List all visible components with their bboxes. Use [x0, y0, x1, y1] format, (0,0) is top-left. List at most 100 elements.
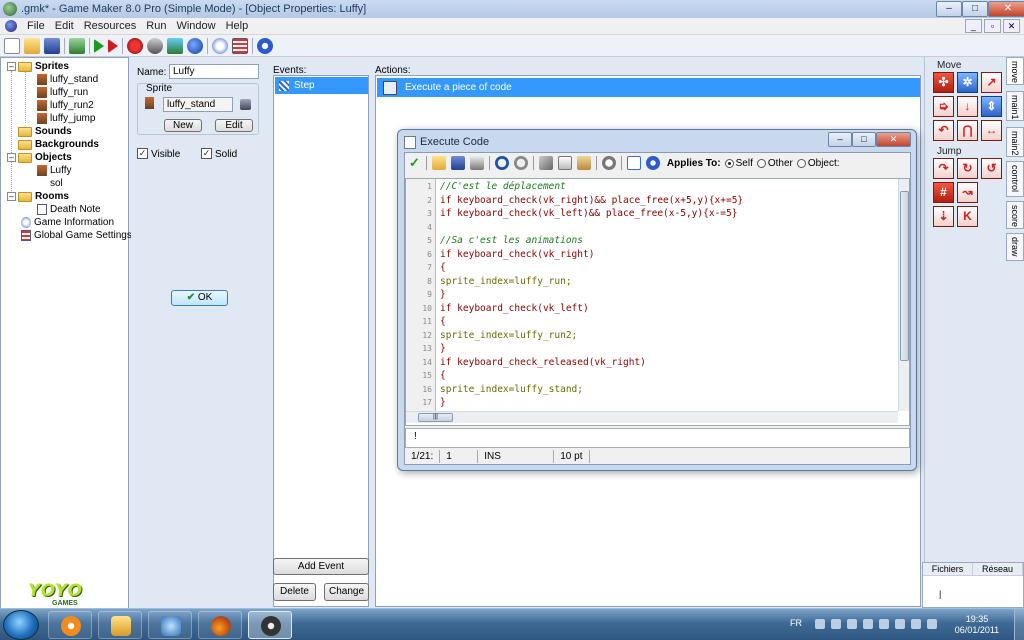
applies-object-radio[interactable]	[796, 158, 806, 168]
cut-icon[interactable]	[538, 156, 553, 170]
tree-item-object[interactable]: sol	[50, 177, 63, 190]
code-line[interactable]: 5 //Sa c'est les animations	[406, 234, 896, 248]
paste-icon[interactable]	[576, 156, 591, 170]
save-icon[interactable]	[450, 156, 465, 170]
language-indicator[interactable]: FR	[790, 618, 802, 628]
menu-run[interactable]: Run	[141, 20, 171, 32]
info-icon[interactable]	[212, 37, 228, 54]
vertical-scroll-thumb[interactable]	[900, 191, 909, 361]
tree-folder-rooms[interactable]: – Rooms	[7, 190, 69, 203]
tray-icon[interactable]	[815, 619, 825, 629]
menu-help[interactable]: Help	[221, 20, 254, 32]
tree-item-sprite[interactable]: luffy_jump	[37, 112, 95, 125]
move-free-icon[interactable]: ✲	[957, 72, 978, 93]
collapse-toggle[interactable]: –	[7, 62, 16, 71]
mdi-child-icon[interactable]	[5, 20, 17, 32]
move-fixed-icon[interactable]: ✣	[933, 72, 954, 93]
col-fichiers[interactable]: Fichiers	[923, 563, 973, 575]
move-to-contact-icon[interactable]: ⇣	[933, 206, 954, 227]
code-line[interactable]: 4	[406, 221, 896, 235]
object-icon[interactable]	[187, 37, 203, 54]
code-line[interactable]: 17}	[406, 396, 896, 410]
tray-icon[interactable]	[879, 619, 889, 629]
bounce-icon[interactable]: K	[957, 206, 978, 227]
reverse-vertical-icon[interactable]: ⋂	[957, 120, 978, 141]
tray-icon[interactable]	[863, 619, 873, 629]
app-icon[interactable]	[3, 2, 17, 16]
tree-item-sprite[interactable]: luffy_stand	[37, 73, 98, 86]
code-maximize-button[interactable]: □	[852, 132, 876, 147]
applies-self-radio[interactable]	[724, 158, 734, 168]
find-icon[interactable]	[601, 156, 616, 170]
help-icon[interactable]	[257, 37, 273, 54]
tab-score[interactable]: score	[1006, 201, 1024, 229]
ok-button[interactable]: ✔ OK	[171, 290, 228, 306]
sprite-menu-icon[interactable]	[240, 99, 251, 110]
publish-icon[interactable]	[69, 37, 85, 54]
undo-icon[interactable]	[494, 156, 509, 170]
clock[interactable]: 19:35 06/01/2011	[953, 614, 1001, 636]
code-line[interactable]: 10 if keyboard_check(vk_left)	[406, 302, 896, 316]
code-line[interactable]: 2 if keyboard_check(vk_right)&& place_fre…	[406, 194, 896, 208]
code-line[interactable]: 1 //C'est le déplacement	[406, 180, 896, 194]
taskbar-app[interactable]	[198, 611, 242, 639]
menu-resources[interactable]: Resources	[79, 20, 142, 32]
syntax-check-icon[interactable]	[626, 156, 641, 170]
tree-item-game-info[interactable]: Game Information	[21, 216, 114, 229]
menu-window[interactable]: Window	[171, 20, 220, 32]
jump-position-icon[interactable]: ↷	[933, 158, 954, 179]
redo-icon[interactable]	[513, 156, 528, 170]
tray-icon[interactable]	[831, 619, 841, 629]
code-line[interactable]: 12 sprite_index=luffy_run2;	[406, 329, 896, 343]
code-line[interactable]: 8 sprite_index=luffy_run;	[406, 275, 896, 289]
delete-event-button[interactable]: Delete	[273, 583, 316, 601]
start-button[interactable]	[3, 610, 39, 640]
tray-icon[interactable]	[895, 619, 905, 629]
friction-icon[interactable]: ↔	[981, 120, 1002, 141]
snap-grid-icon[interactable]: #	[933, 182, 954, 203]
vertical-scrollbar[interactable]	[898, 179, 909, 411]
jump-random-icon[interactable]: ↺	[981, 158, 1002, 179]
gravity-icon[interactable]: ⇕	[981, 96, 1002, 117]
menu-file[interactable]: File	[22, 20, 50, 32]
open-icon[interactable]	[24, 37, 40, 54]
col-reseau[interactable]: Réseau	[973, 563, 1023, 575]
code-line[interactable]: 14 if keyboard_check_released(vk_right)	[406, 356, 896, 370]
horizontal-scrollbar[interactable]: |||	[406, 411, 898, 423]
object-name-field[interactable]: Luffy	[169, 64, 259, 79]
mdi-close-button[interactable]: ✕	[1003, 19, 1020, 33]
move-towards-icon[interactable]: ↗	[981, 72, 1002, 93]
tree-item-global-settings[interactable]: Global Game Settings	[21, 229, 132, 242]
add-event-button[interactable]: Add Event	[273, 558, 369, 575]
action-execute-code[interactable]: Execute a piece of code	[377, 78, 920, 97]
speed-vertical-icon[interactable]: ↓	[957, 96, 978, 117]
tree-item-sprite[interactable]: luffy_run	[37, 86, 88, 99]
mdi-restore-button[interactable]: ▫	[984, 19, 1001, 33]
code-line[interactable]: 15 {	[406, 369, 896, 383]
edit-sprite-button[interactable]: Edit	[215, 119, 253, 132]
new-icon[interactable]	[4, 37, 20, 54]
wrap-screen-icon[interactable]: ↝	[957, 182, 978, 203]
settings-icon[interactable]	[232, 37, 248, 54]
reverse-horizontal-icon[interactable]: ↶	[933, 120, 954, 141]
sprite-select-field[interactable]: luffy_stand	[163, 97, 233, 112]
volume-icon[interactable]	[927, 619, 937, 629]
tab-move[interactable]: move	[1006, 57, 1024, 85]
new-sprite-button[interactable]: New	[164, 119, 202, 132]
tree-folder-sprites[interactable]: – Sprites	[7, 60, 69, 73]
events-list[interactable]: Step	[273, 75, 369, 607]
tree-folder-backgrounds[interactable]: Backgrounds	[18, 138, 99, 151]
tree-folder-sounds[interactable]: Sounds	[18, 125, 72, 138]
code-line[interactable]: 13}	[406, 342, 896, 356]
jump-start-icon[interactable]: ↻	[957, 158, 978, 179]
accept-check-icon[interactable]: ✓	[409, 155, 420, 171]
code-line[interactable]: 11 {	[406, 315, 896, 329]
taskbar-app[interactable]	[148, 611, 192, 639]
maximize-button[interactable]: □	[962, 1, 988, 17]
menu-edit[interactable]: Edit	[50, 20, 79, 32]
close-button[interactable]: ✕	[988, 1, 1024, 17]
debug-icon[interactable]	[108, 38, 118, 53]
taskbar-app[interactable]	[98, 611, 142, 639]
code-line[interactable]: 9}	[406, 288, 896, 302]
tray-icon[interactable]	[847, 619, 857, 629]
